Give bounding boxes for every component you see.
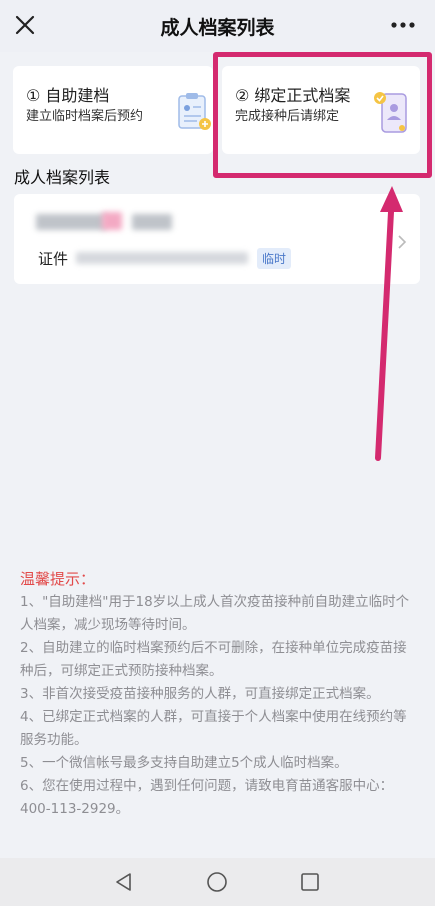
tip-item: 6、您在使用过程中，遇到任何问题，请致电育苗通客服中心：400-113-2929… (20, 778, 394, 817)
highlight-box (213, 52, 432, 178)
tip-item: 3、非首次接受疫苗接种服务的人群，可直接绑定正式档案。 (20, 686, 380, 702)
chevron-right-icon (398, 235, 407, 249)
tip-item: 4、已绑定正式档案的人群，可直接于个人档案中使用在线预约等服务功能。 (20, 709, 407, 748)
tips-section: 温馨提示： 1、"自助建档"用于18岁以上成人首次疫苗接种前自助建立临时个人档案… (20, 568, 420, 821)
tip-item: 1、"自助建档"用于18岁以上成人首次疫苗接种前自助建立临时个人档案，减少现场等… (20, 594, 410, 633)
clipboard-icon (178, 93, 211, 130)
tip-item: 5、一个微信帐号最多支持自助建立5个成人临时档案。 (20, 755, 348, 771)
top-nav-bar: 成人档案列表 (0, 0, 435, 52)
blurred-cert-number (76, 252, 248, 264)
more-icon[interactable] (389, 15, 417, 35)
recents-icon[interactable] (298, 870, 322, 894)
blurred-name-highlight (102, 212, 122, 230)
home-icon[interactable] (205, 870, 229, 894)
system-nav-bar (0, 858, 435, 906)
tips-title: 温馨提示： (20, 570, 96, 588)
self-register-card[interactable]: ① 自助建档 建立临时档案后预约 (13, 66, 213, 154)
self-register-subtitle: 建立临时档案后预约 (26, 109, 144, 124)
cert-label: 证件 (38, 250, 69, 268)
temporary-badge: 临时 (257, 248, 292, 269)
record-item[interactable]: 证件 临时 (14, 194, 420, 284)
tip-item: 2、自助建立的临时档案预约后不可删除，在接种单位完成疫苗接种后，可绑定正式预防接… (20, 640, 407, 679)
blurred-name (36, 214, 106, 230)
blurred-name-tail (132, 214, 172, 230)
section-title: 成人档案列表 (14, 168, 111, 187)
back-icon[interactable] (112, 870, 136, 894)
page-title: 成人档案列表 (160, 17, 275, 39)
self-register-title: ① 自助建档 (26, 86, 110, 105)
